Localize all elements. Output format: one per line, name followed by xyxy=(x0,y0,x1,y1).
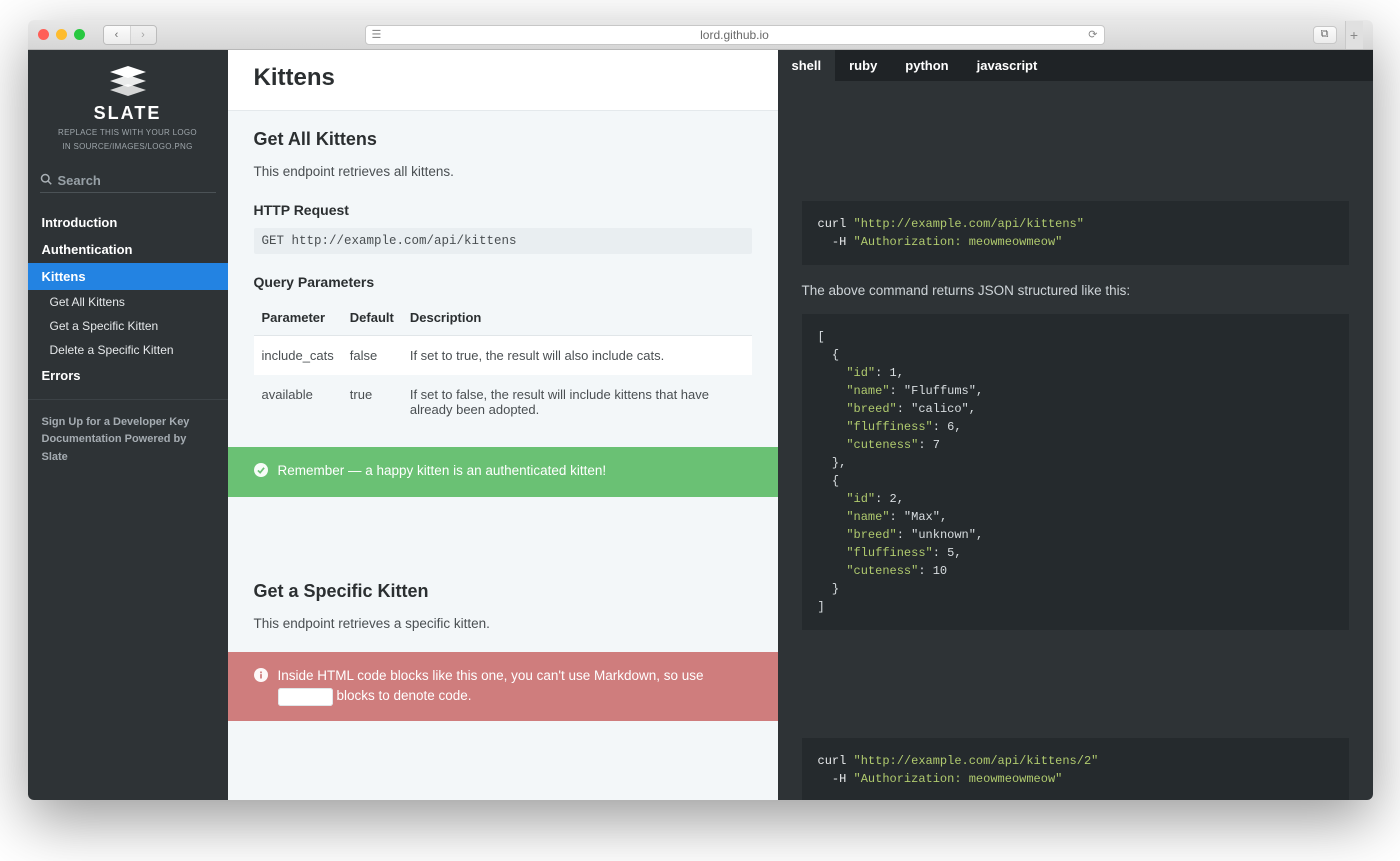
sidebar-subitem-delete-specific-kitten[interactable]: Delete a Specific Kitten xyxy=(28,338,228,362)
page-title: Kittens xyxy=(254,64,752,92)
cell-param: available xyxy=(254,375,342,429)
lang-tab-javascript[interactable]: javascript xyxy=(963,50,1052,81)
notice-text: Inside HTML code blocks like this one, y… xyxy=(278,666,752,707)
search-wrap xyxy=(28,165,228,201)
nav-list: Introduction Authentication Kittens Get … xyxy=(28,209,228,389)
footer-link-signup[interactable]: Sign Up for a Developer Key xyxy=(42,414,214,432)
sidebar-subitem-get-all-kittens[interactable]: Get All Kittens xyxy=(28,290,228,314)
sidebar-item-kittens[interactable]: Kittens xyxy=(28,263,228,290)
table-row: available true If set to false, the resu… xyxy=(254,375,752,429)
app: SLATE REPLACE THIS WITH YOUR LOGO IN SOU… xyxy=(28,50,1373,800)
http-request-heading: HTTP Request xyxy=(254,202,752,218)
section-h2: Get a Specific Kitten xyxy=(254,581,752,602)
search-box xyxy=(40,173,216,193)
tabs-overview-button[interactable]: ⧉ xyxy=(1313,26,1337,44)
section-h2: Get All Kittens xyxy=(254,129,752,150)
reload-icon[interactable]: ⟳ xyxy=(1088,28,1097,41)
table-row: include_cats false If set to true, the r… xyxy=(254,336,752,376)
toolbar-right: ⧉ + xyxy=(1313,21,1363,49)
notice-success: Remember — a happy kitten is an authenti… xyxy=(228,447,778,497)
nav-footer: Sign Up for a Developer Key Documentatio… xyxy=(28,399,228,481)
logo-subtitle-1: REPLACE THIS WITH YOUR LOGO xyxy=(38,128,218,138)
sidebar: SLATE REPLACE THIS WITH YOUR LOGO IN SOU… xyxy=(28,50,228,800)
notice-warn: Inside HTML code blocks like this one, y… xyxy=(228,652,778,721)
lang-tab-python[interactable]: python xyxy=(891,50,962,81)
code-block-json: [ { "id": 1, "name": "Fluffums", "breed"… xyxy=(802,314,1349,630)
http-request-code: GET http://example.com/api/kittens xyxy=(254,228,752,254)
check-circle-icon xyxy=(254,463,268,483)
lang-selector: shell ruby python javascript xyxy=(778,50,1373,81)
lang-tab-ruby[interactable]: ruby xyxy=(835,50,891,81)
col-parameter: Parameter xyxy=(254,300,342,336)
query-params-table: Parameter Default Description include_ca… xyxy=(254,300,752,429)
logo-icon xyxy=(108,66,148,96)
sidebar-item-errors[interactable]: Errors xyxy=(28,362,228,389)
cell-desc: If set to true, the result will also inc… xyxy=(402,336,752,376)
search-icon xyxy=(40,173,52,188)
col-default: Default xyxy=(342,300,402,336)
info-circle-icon xyxy=(254,668,268,688)
url-bar[interactable]: ☰ lord.github.io ⟳ xyxy=(365,25,1105,45)
reader-icon: ☰ xyxy=(372,28,382,41)
cell-default: false xyxy=(342,336,402,376)
cell-default: true xyxy=(342,375,402,429)
cell-desc: If set to false, the result will include… xyxy=(402,375,752,429)
spacer xyxy=(228,721,778,751)
section-desc: This endpoint retrieves a specific kitte… xyxy=(254,614,752,634)
nav-buttons: ‹ › xyxy=(103,25,157,45)
logo: SLATE REPLACE THIS WITH YOUR LOGO IN SOU… xyxy=(28,50,228,165)
forward-button[interactable]: › xyxy=(130,26,156,44)
logo-subtitle-2: IN SOURCE/IMAGES/LOGO.PNG xyxy=(38,142,218,152)
code-block-curl-2: curl "http://example.com/api/kittens/2" … xyxy=(802,738,1349,800)
cell-param: include_cats xyxy=(254,336,342,376)
sidebar-item-authentication[interactable]: Authentication xyxy=(28,236,228,263)
logo-name: SLATE xyxy=(38,103,218,124)
sidebar-item-introduction[interactable]: Introduction xyxy=(28,209,228,236)
dark-body: curl "http://example.com/api/kittens" -H… xyxy=(778,81,1373,800)
content-pane[interactable]: Kittens Get All Kittens This endpoint re… xyxy=(228,50,778,800)
section-get-all-kittens: Get All Kittens This endpoint retrieves … xyxy=(228,111,778,447)
notice-text: Remember — a happy kitten is an authenti… xyxy=(278,461,607,481)
section-desc: This endpoint retrieves all kittens. xyxy=(254,162,752,182)
close-window-button[interactable] xyxy=(38,29,49,40)
code-caption: The above command returns JSON structure… xyxy=(802,283,1349,298)
maximize-window-button[interactable] xyxy=(74,29,85,40)
sidebar-subitem-get-specific-kitten[interactable]: Get a Specific Kitten xyxy=(28,314,228,338)
section-get-specific-kitten: Get a Specific Kitten This endpoint retr… xyxy=(228,557,778,652)
code-chip: <code> xyxy=(278,688,333,706)
minimize-window-button[interactable] xyxy=(56,29,67,40)
browser-window: ‹ › ☰ lord.github.io ⟳ ⧉ + xyxy=(28,20,1373,800)
page-title-block: Kittens xyxy=(228,50,778,111)
footer-link-powered-by[interactable]: Documentation Powered by Slate xyxy=(42,431,214,466)
code-pane[interactable]: shell ruby python javascript curl "http:… xyxy=(778,50,1373,800)
col-description: Description xyxy=(402,300,752,336)
new-tab-button[interactable]: + xyxy=(1345,21,1363,49)
query-params-heading: Query Parameters xyxy=(254,274,752,290)
browser-toolbar: ‹ › ☰ lord.github.io ⟳ ⧉ + xyxy=(28,20,1373,50)
spacer xyxy=(228,497,778,557)
lang-tab-shell[interactable]: shell xyxy=(778,50,836,81)
back-button[interactable]: ‹ xyxy=(104,26,130,44)
window-controls xyxy=(38,29,85,40)
code-block-curl-1: curl "http://example.com/api/kittens" -H… xyxy=(802,201,1349,265)
spacer xyxy=(802,648,1349,738)
url-text: lord.github.io xyxy=(700,28,769,42)
search-input[interactable] xyxy=(58,173,228,188)
